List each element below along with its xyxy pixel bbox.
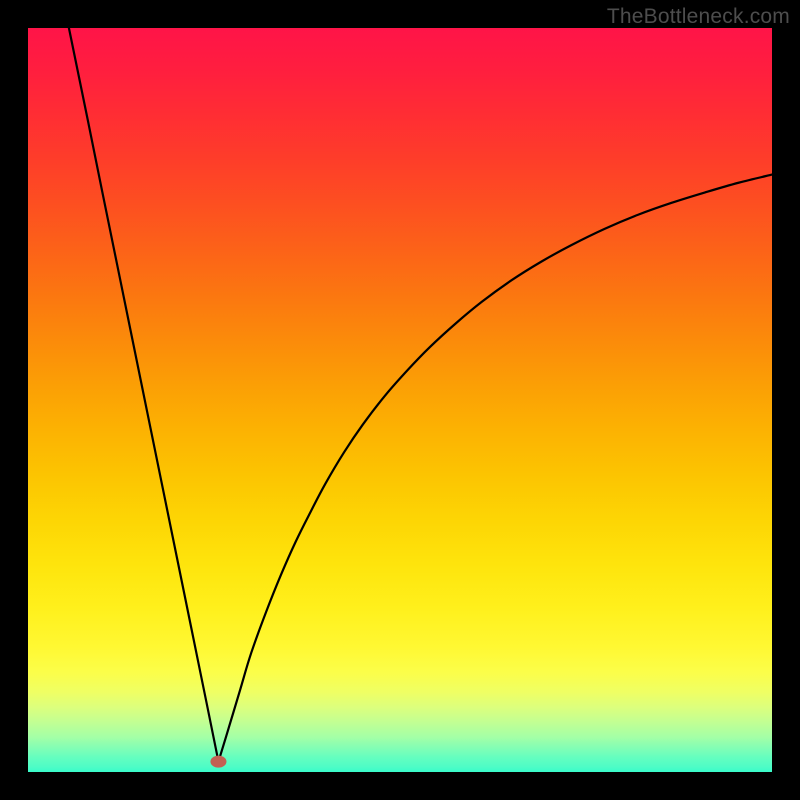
chart-svg [28, 28, 772, 772]
bottleneck-curve-left [69, 28, 219, 762]
bottleneck-curve-right [218, 175, 772, 762]
watermark-text: TheBottleneck.com [607, 5, 790, 29]
chart-area [28, 28, 772, 772]
minimum-marker [210, 756, 226, 768]
